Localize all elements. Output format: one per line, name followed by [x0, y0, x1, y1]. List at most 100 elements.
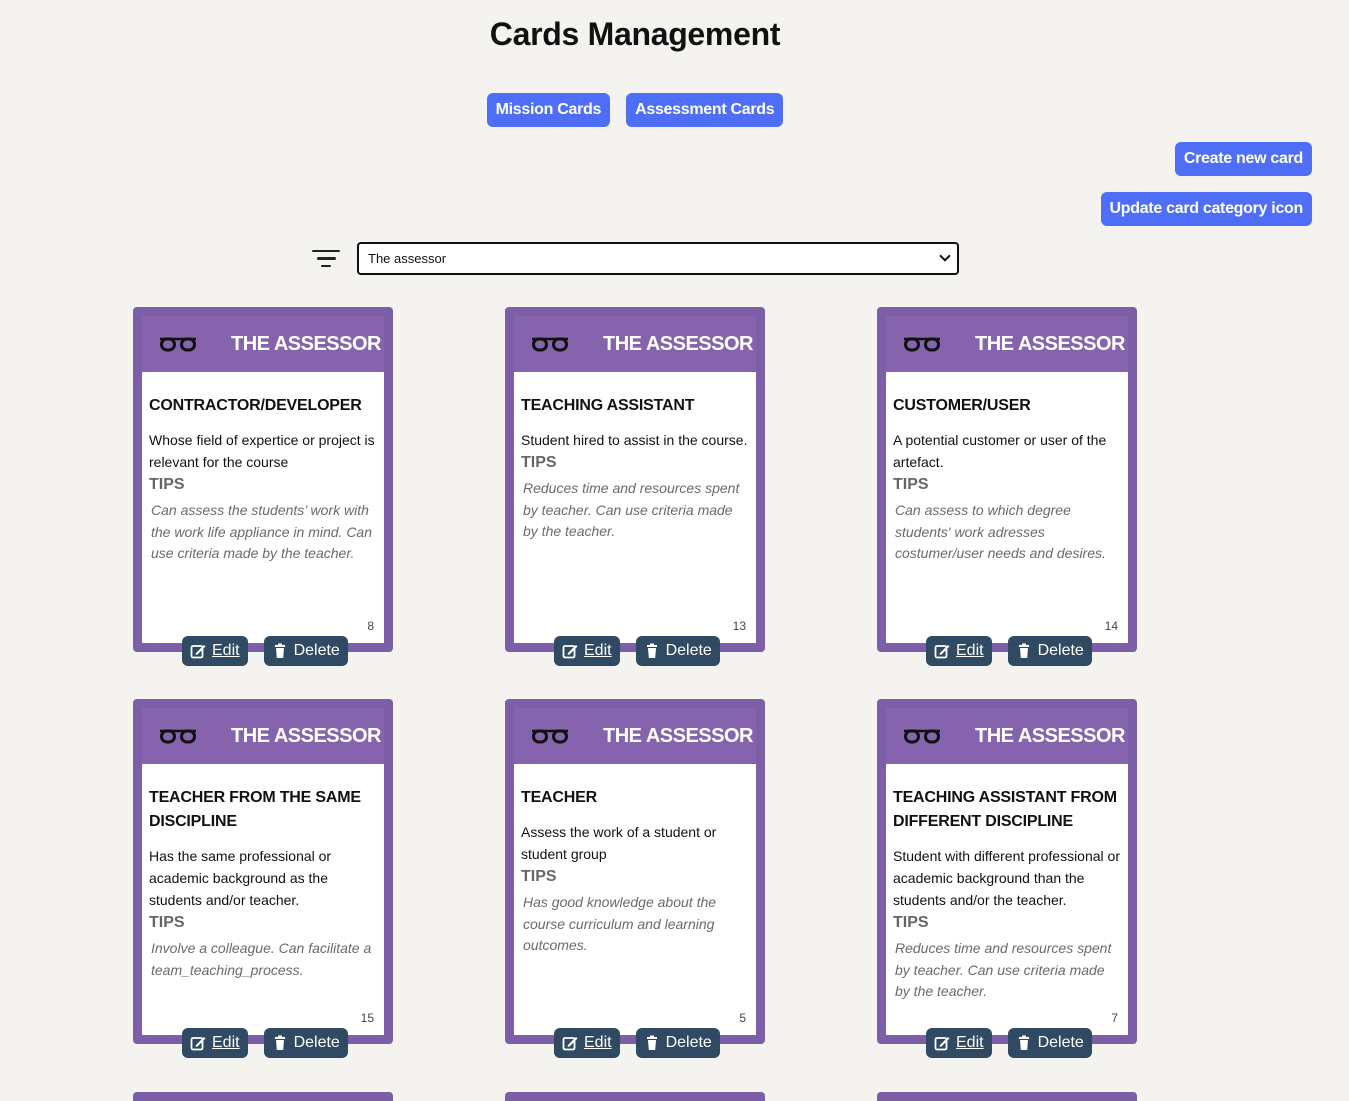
card-category: THE ASSESSOR: [231, 724, 381, 747]
trash-icon: [1018, 1035, 1029, 1050]
card-actions: Edit Delete: [182, 1028, 348, 1058]
card-actions: Edit Delete: [926, 636, 1092, 666]
tips-text: Reduces time and resources spent by teac…: [895, 940, 1112, 999]
tips-text: Has good knowledge about the course curr…: [523, 894, 717, 953]
card: THE ASSESSOR CUSTOMER/USER A potential c…: [877, 307, 1137, 666]
card-number: 5: [739, 1011, 746, 1025]
card-category: THE ASSESSOR: [975, 724, 1125, 747]
delete-label: Delete: [665, 1034, 712, 1051]
delete-label: Delete: [1037, 1034, 1084, 1051]
edit-button[interactable]: Edit: [926, 636, 992, 666]
card-description: Whose field of expertice or project is r…: [149, 432, 375, 470]
filter-bar: The assessor: [311, 242, 959, 275]
glasses-icon: [532, 337, 568, 352]
edit-button[interactable]: Edit: [182, 1028, 248, 1058]
tips-label: TIPS: [149, 476, 185, 493]
card-content: THE ASSESSOR TEACHING ASSISTANT FROM DIF…: [886, 708, 1128, 1035]
card-description: Has the same professional or academic ba…: [149, 848, 332, 908]
card-title: TEACHER FROM THE SAME DISCIPLINE: [149, 789, 361, 830]
chevron-down-icon: [939, 250, 951, 262]
create-card-button[interactable]: Create new card: [1174, 142, 1312, 176]
edit-icon: [562, 1037, 578, 1051]
trash-icon: [274, 1035, 285, 1050]
card-partial: [133, 1092, 393, 1101]
card: THE ASSESSOR TEACHING ASSISTANT FROM DIF…: [877, 699, 1137, 1058]
edit-icon: [934, 1037, 950, 1051]
tips-text: Reduces time and resources spent by teac…: [523, 480, 740, 539]
edit-label: Edit: [956, 642, 984, 659]
trash-icon: [646, 643, 657, 658]
card-content: THE ASSESSOR CUSTOMER/USER A potential c…: [886, 316, 1128, 643]
delete-button[interactable]: Delete: [635, 1028, 720, 1058]
card: THE ASSESSOR TEACHING ASSISTANT Student …: [505, 307, 765, 666]
card-description: Student hired to assist in the course.: [521, 432, 748, 448]
edit-button[interactable]: Edit: [554, 636, 620, 666]
edit-icon: [934, 645, 950, 659]
card-content: THE ASSESSOR TEACHER FROM THE SAME DISCI…: [142, 708, 384, 1035]
edit-label: Edit: [212, 1034, 240, 1051]
card-content: THE ASSESSOR TEACHING ASSISTANT Student …: [514, 316, 756, 643]
tips-text: Can assess to which degree students' wor…: [895, 502, 1106, 561]
tips-text: Can assess the students’ work with the w…: [151, 502, 373, 561]
card-title: CONTRACTOR/DEVELOPER: [149, 397, 362, 414]
edit-icon: [190, 1037, 206, 1051]
tab-mission-cards[interactable]: Mission Cards: [486, 93, 611, 127]
edit-button[interactable]: Edit: [554, 1028, 620, 1058]
filter-icon[interactable]: [311, 243, 341, 275]
glasses-icon: [532, 729, 568, 744]
edit-label: Edit: [584, 1034, 612, 1051]
edit-icon: [190, 645, 206, 659]
card: THE ASSESSOR TEACHER FROM THE SAME DISCI…: [133, 699, 393, 1058]
card-description: Assess the work of a student or student …: [521, 824, 717, 862]
tips-label: TIPS: [893, 476, 929, 493]
card-partial: [505, 1092, 765, 1101]
delete-button[interactable]: Delete: [635, 636, 720, 666]
tips-label: TIPS: [521, 454, 557, 471]
delete-button[interactable]: Delete: [263, 1028, 348, 1058]
card-number: 7: [1111, 1011, 1118, 1025]
card-title: TEACHING ASSISTANT: [521, 397, 695, 414]
glasses-icon: [160, 729, 196, 744]
delete-label: Delete: [293, 642, 340, 659]
delete-button[interactable]: Delete: [263, 636, 348, 666]
card-number: 8: [367, 619, 374, 633]
card-partial: [877, 1092, 1137, 1101]
category-filter-select[interactable]: The assessor: [357, 242, 959, 275]
edit-button[interactable]: Edit: [926, 1028, 992, 1058]
delete-button[interactable]: Delete: [1007, 636, 1092, 666]
card-actions: Edit Delete: [554, 1028, 720, 1058]
card-title: CUSTOMER/USER: [893, 397, 1031, 414]
card-category: THE ASSESSOR: [603, 724, 753, 747]
edit-label: Edit: [956, 1034, 984, 1051]
tips-label: TIPS: [521, 868, 557, 885]
glasses-icon: [904, 337, 940, 352]
card-actions: Edit Delete: [926, 1028, 1092, 1058]
card-description: A potential customer or user of the arte…: [893, 432, 1107, 470]
card-header: THE ASSESSOR: [886, 316, 1128, 372]
trash-icon: [1018, 643, 1029, 658]
glasses-icon: [160, 337, 196, 352]
delete-button[interactable]: Delete: [1007, 1028, 1092, 1058]
trash-icon: [274, 643, 285, 658]
delete-label: Delete: [1037, 642, 1084, 659]
card-header: THE ASSESSOR: [514, 316, 756, 372]
edit-label: Edit: [584, 642, 612, 659]
edit-label: Edit: [212, 642, 240, 659]
category-filter-value: The assessor: [368, 251, 447, 266]
update-category-icon-button[interactable]: Update card category icon: [1100, 192, 1312, 226]
card-header: THE ASSESSOR: [514, 708, 756, 764]
card-header: THE ASSESSOR: [142, 316, 384, 372]
edit-button[interactable]: Edit: [182, 636, 248, 666]
card: THE ASSESSOR TEACHER Assess the work of …: [505, 699, 765, 1058]
tab-assessment-cards[interactable]: Assessment Cards: [626, 93, 784, 127]
card-number: 13: [732, 619, 746, 633]
card-actions: Edit Delete: [554, 636, 720, 666]
tips-text: Involve a colleague. Can facilitate a te…: [151, 940, 372, 978]
card-category: THE ASSESSOR: [603, 332, 753, 355]
card-content: THE ASSESSOR TEACHER Assess the work of …: [514, 708, 756, 1035]
trash-icon: [646, 1035, 657, 1050]
card: THE ASSESSOR CONTRACTOR/DEVELOPER Whose …: [133, 307, 393, 666]
card-number: 15: [360, 1011, 374, 1025]
tips-label: TIPS: [149, 914, 185, 931]
card-category: THE ASSESSOR: [231, 332, 381, 355]
